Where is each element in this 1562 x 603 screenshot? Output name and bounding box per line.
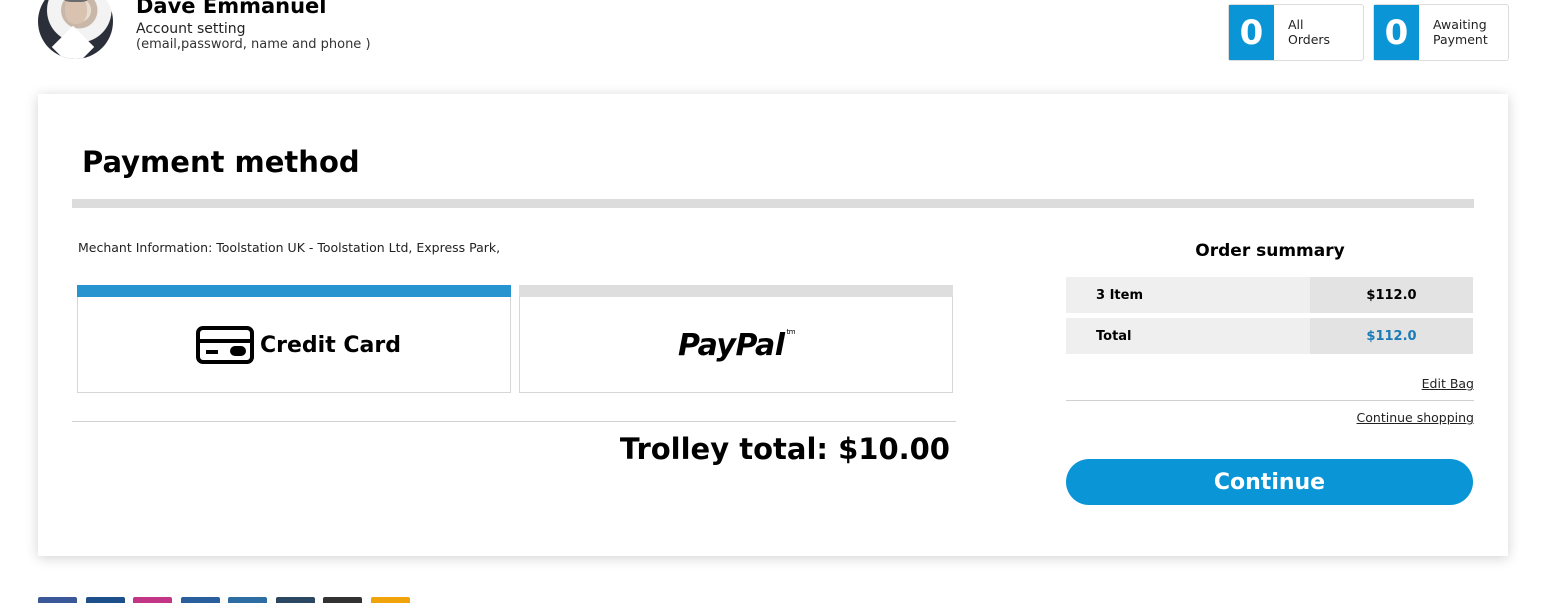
all-orders-label: All Orders	[1288, 17, 1331, 47]
instagram-icon[interactable]	[133, 597, 172, 603]
all-orders-count: 0	[1229, 5, 1274, 60]
github-icon[interactable]	[323, 597, 362, 603]
continue-button[interactable]: Continue	[1066, 459, 1473, 505]
tumblr-icon[interactable]	[275, 597, 315, 603]
page-title: Payment method	[82, 145, 360, 179]
summary-row-items: 3 Item $112.0	[1066, 277, 1473, 313]
share-icon[interactable]	[228, 597, 267, 603]
awaiting-payment-label: Awaiting Payment	[1433, 17, 1488, 47]
linkedin-icon[interactable]	[180, 597, 220, 603]
summary-total-label: Total	[1066, 318, 1310, 354]
summary-items-label: 3 Item	[1066, 277, 1310, 313]
credit-card-option[interactable]: Credit Card	[77, 285, 511, 393]
selected-indicator	[77, 285, 511, 297]
title-divider	[72, 199, 1474, 208]
order-summary-title: Order summary	[1195, 241, 1345, 261]
edit-bag-link[interactable]: Edit Bag	[1422, 376, 1474, 391]
awaiting-payment-stat[interactable]: 0 Awaiting Payment	[1373, 4, 1509, 61]
summary-total-value: $112.0	[1310, 318, 1473, 354]
account-setting-hint: (email,password, name and phone )	[136, 37, 371, 52]
paypal-option[interactable]: PayPal tm	[519, 285, 953, 393]
trolley-total: Trolley total: $10.00	[619, 432, 950, 466]
rss-icon[interactable]	[370, 597, 410, 603]
summary-row-total: Total $112.0	[1066, 318, 1473, 354]
account-setting-link[interactable]: Account setting	[136, 21, 246, 37]
twitter-icon[interactable]	[85, 597, 125, 603]
credit-card-label: Credit Card	[260, 332, 401, 358]
awaiting-payment-count: 0	[1374, 5, 1419, 60]
profile-header: Dave Emmanuel Account setting (email,pas…	[38, 0, 438, 64]
summary-items-value: $112.0	[1310, 277, 1473, 313]
profile-name: Dave Emmanuel	[136, 0, 327, 18]
continue-shopping-link[interactable]: Continue shopping	[1357, 410, 1474, 425]
unselected-indicator	[519, 285, 953, 297]
facebook-icon[interactable]	[38, 597, 77, 603]
divider	[72, 421, 956, 422]
payment-card: Payment method Mechant Information: Tool…	[38, 94, 1508, 556]
merchant-info: Mechant Information: Toolstation UK - To…	[78, 240, 501, 255]
credit-card-icon	[196, 326, 254, 364]
all-orders-stat[interactable]: 0 All Orders	[1228, 4, 1364, 61]
divider	[1066, 400, 1474, 401]
paypal-logo: PayPal tm	[678, 328, 796, 363]
avatar[interactable]	[38, 0, 113, 59]
